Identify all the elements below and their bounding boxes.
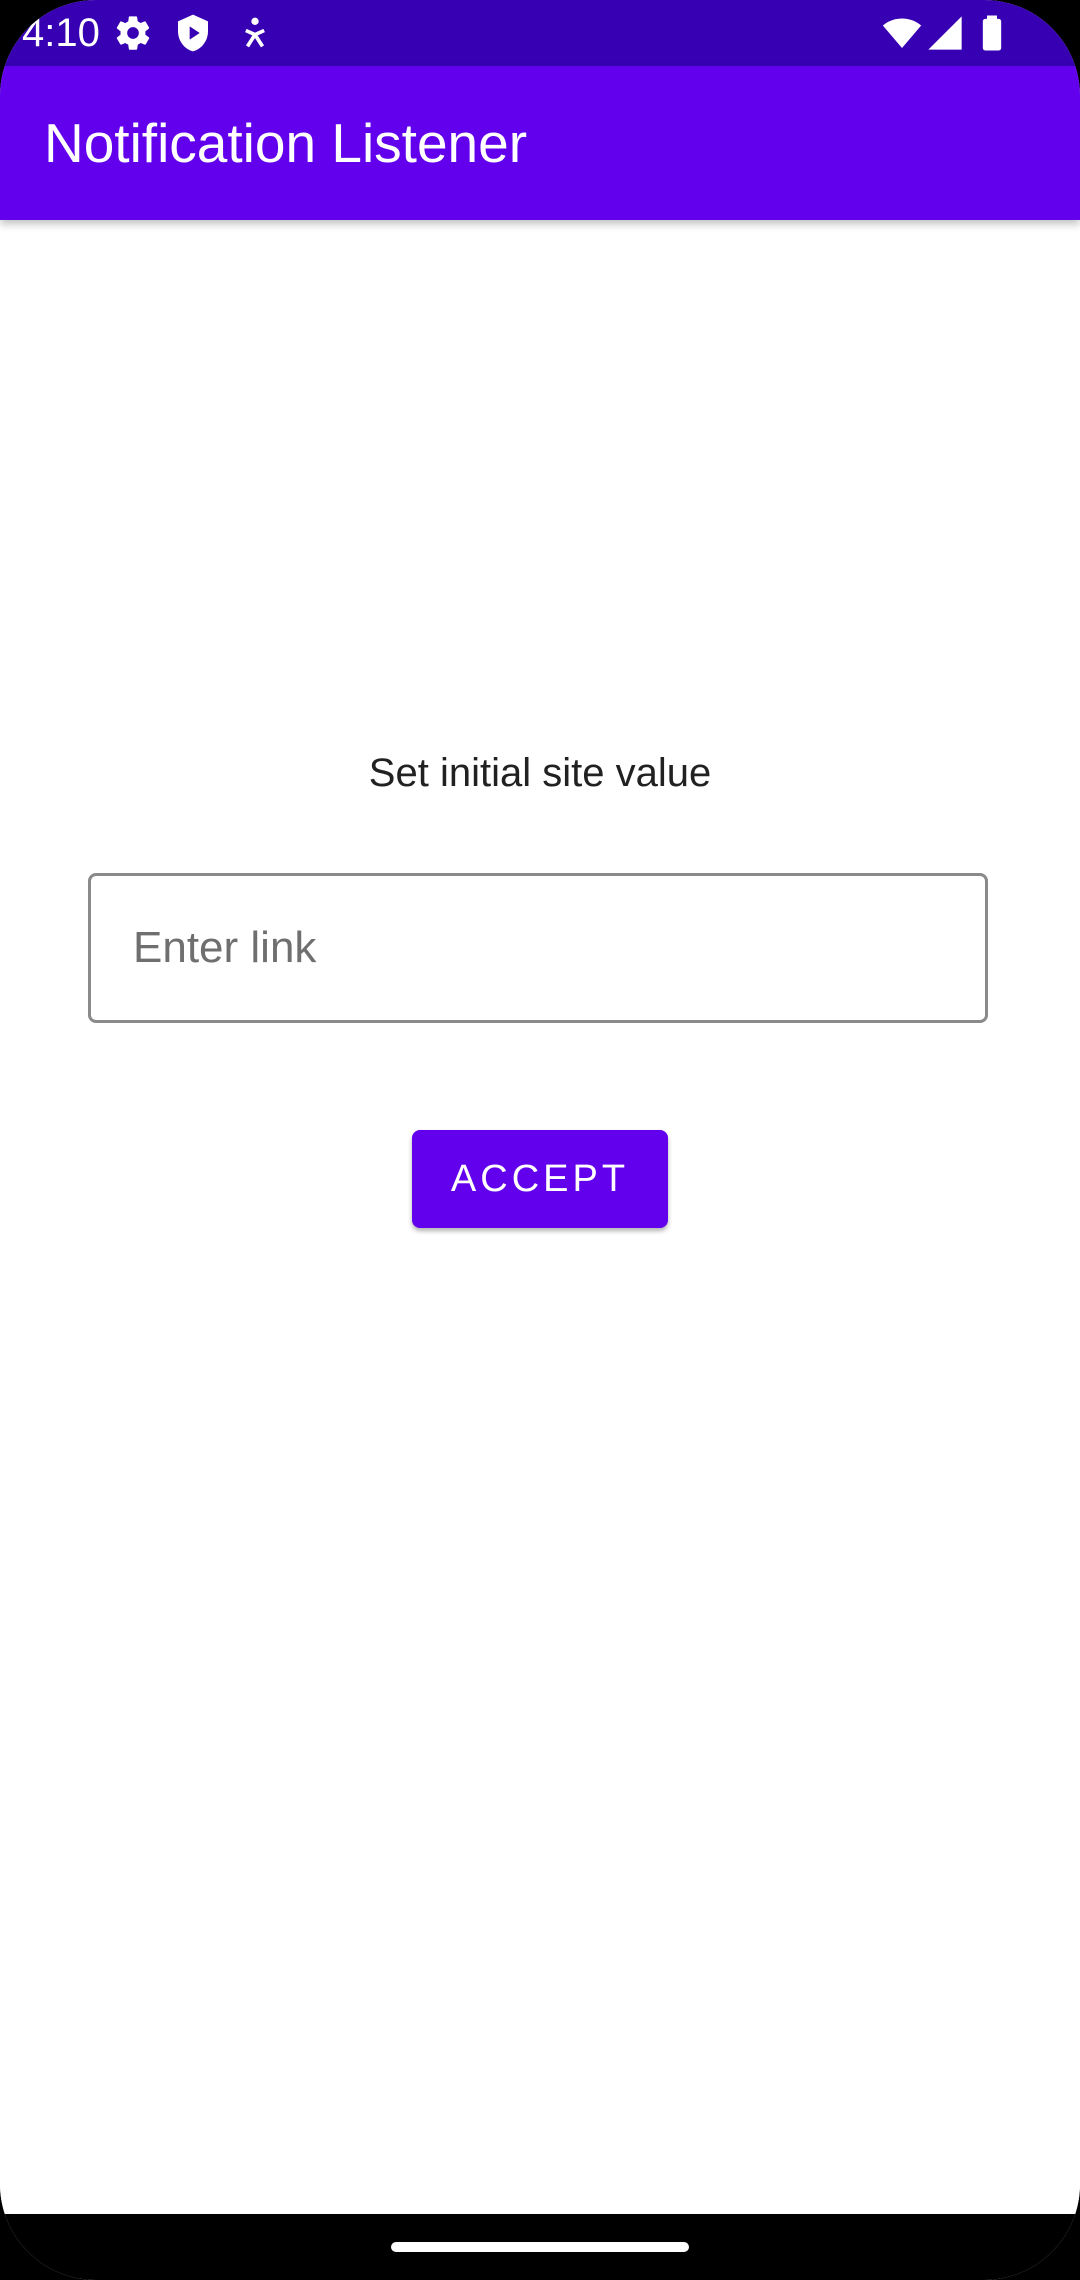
link-input[interactable] xyxy=(133,876,953,1020)
prompt-text: Set initial site value xyxy=(368,751,712,795)
battery-icon xyxy=(972,13,1012,53)
accept-button[interactable]: ACCEPT xyxy=(412,1130,668,1228)
home-gesture-handle[interactable] xyxy=(391,2242,689,2252)
accessibility-icon xyxy=(235,13,275,53)
app-bar: Notification Listener xyxy=(0,66,1080,220)
status-time: 4:10 xyxy=(22,11,100,55)
cellular-signal-icon xyxy=(925,13,965,53)
shield-play-icon xyxy=(173,13,213,53)
navigation-bar xyxy=(0,2214,1080,2280)
wifi-icon xyxy=(882,13,922,53)
app-title: Notification Listener xyxy=(44,112,528,174)
app-screen: 4:10 Notification Listener Set initial s… xyxy=(0,0,1080,2280)
status-bar: 4:10 xyxy=(0,0,1080,66)
link-field[interactable] xyxy=(88,873,988,1023)
gear-icon xyxy=(113,13,153,53)
